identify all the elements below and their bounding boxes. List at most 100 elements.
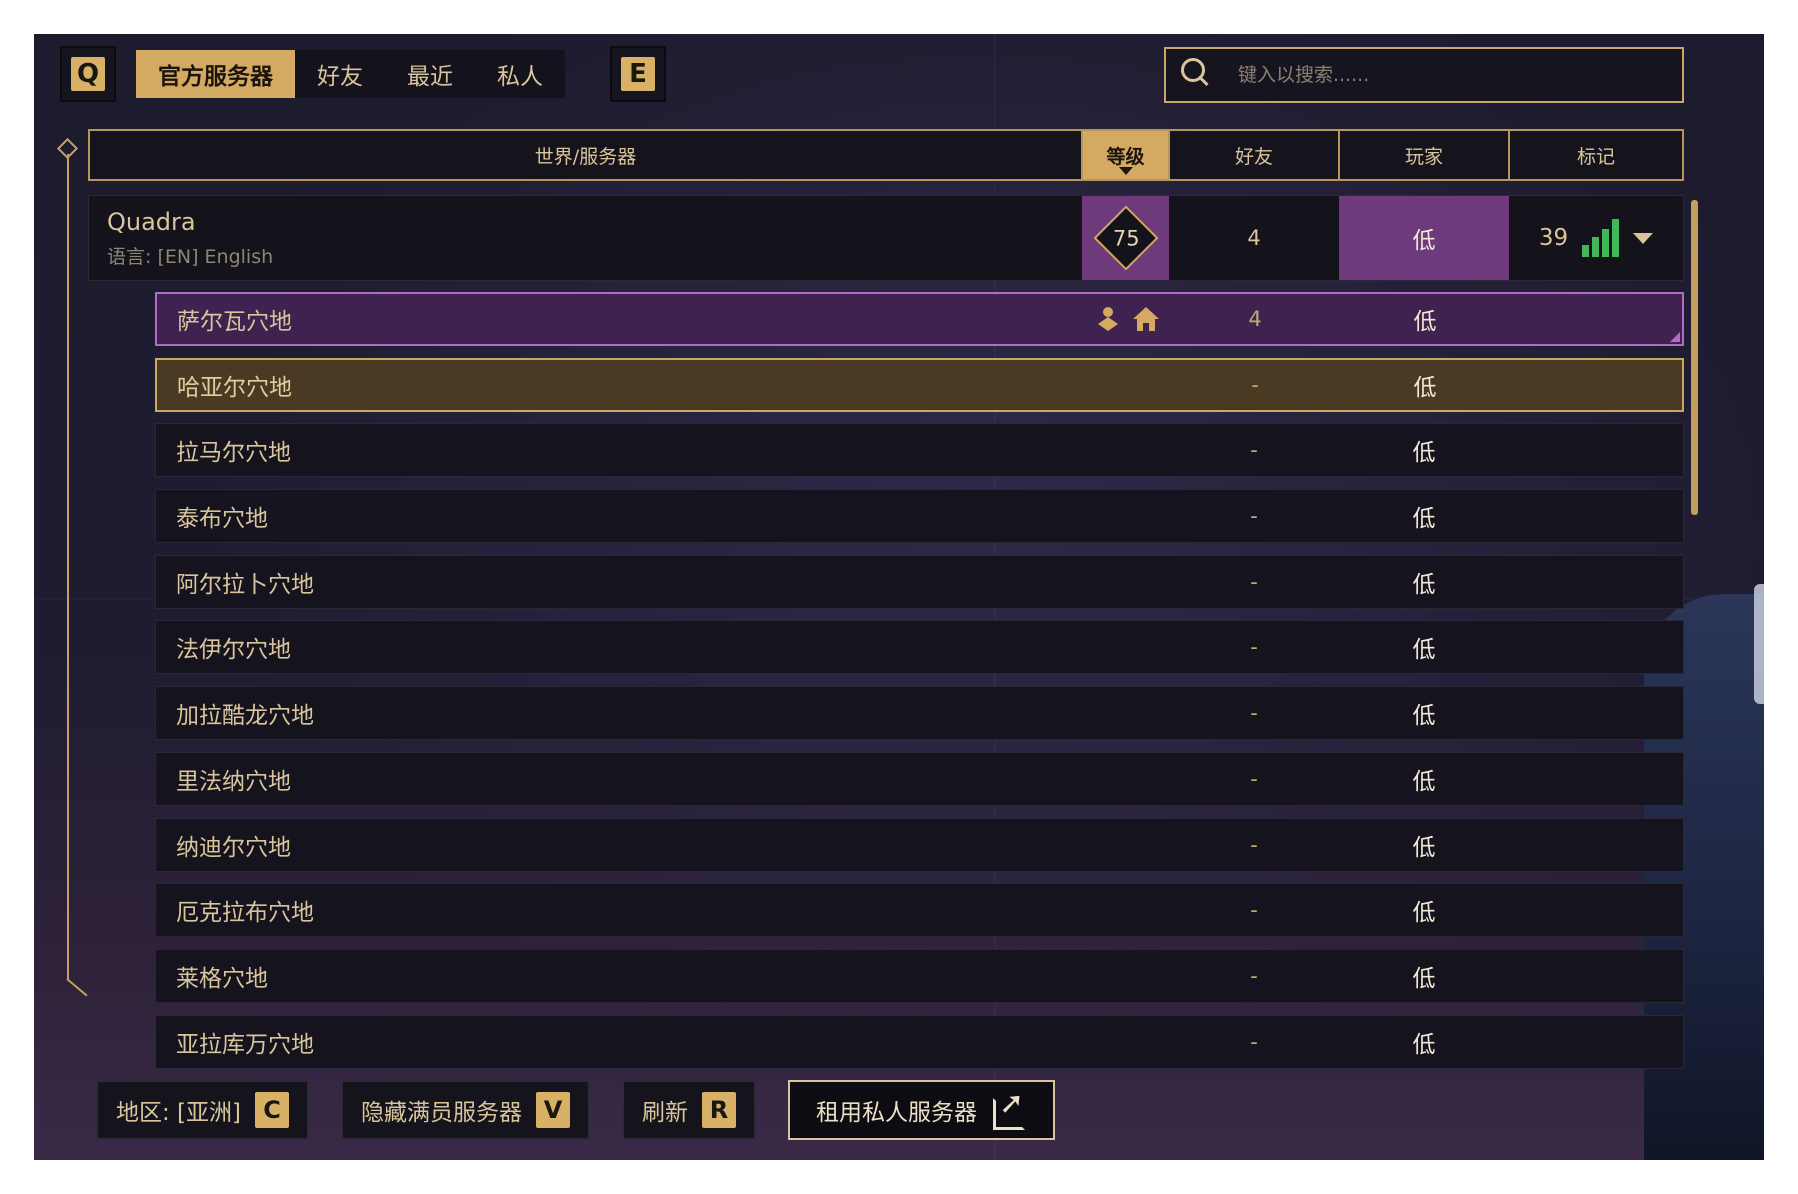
hide-full-button[interactable]: 隐藏满员服务器 V [341, 1080, 591, 1140]
server-players: 低 [1413, 374, 1437, 401]
refresh-button[interactable]: 刷新 R [622, 1080, 757, 1140]
server-players: 低 [1412, 571, 1436, 598]
server-friends: - [1250, 832, 1258, 857]
server-friends: - [1251, 372, 1259, 397]
server-friends: - [1250, 1029, 1258, 1054]
world-name-cell: Quadra 语言: [EN] English [89, 196, 1082, 280]
server-friends: - [1250, 438, 1258, 463]
tab-official[interactable]: 官方服务器 [136, 50, 295, 98]
tab-private[interactable]: 私人 [475, 50, 565, 98]
server-players: 低 [1412, 506, 1436, 533]
tab-recent[interactable]: 最近 [385, 50, 475, 98]
home-icon [1132, 307, 1159, 331]
server-row[interactable]: 萨尔瓦穴地 4 低 [155, 292, 1684, 346]
column-friends[interactable]: 好友 [1170, 131, 1340, 179]
server-players: 低 [1412, 440, 1436, 467]
prev-tab-key-label: Q [71, 57, 105, 91]
server-players: 低 [1412, 900, 1436, 927]
server-name: 法伊尔穴地 [176, 637, 291, 664]
table-header: 世界/服务器 等级 好友 玩家 标记 [88, 129, 1684, 181]
column-name[interactable]: 世界/服务器 [90, 131, 1083, 179]
server-row[interactable]: 法伊尔穴地 - 低 [155, 620, 1684, 675]
server-name: 萨尔瓦穴地 [177, 309, 292, 335]
column-mark[interactable]: 标记 [1510, 131, 1682, 179]
server-browser-window: Q 官方服务器 好友 最近 私人 E 世界/服务器 等级 好友 玩家 标记 Qu… [34, 34, 1764, 1160]
tree-rail-end [66, 978, 88, 997]
hide-full-label: 隐藏满员服务器 [361, 1100, 523, 1126]
prev-tab-key[interactable]: Q [60, 46, 116, 102]
server-row[interactable]: 哈亚尔穴地 - 低 [155, 357, 1684, 412]
server-name: 厄克拉布穴地 [176, 900, 314, 927]
world-name: Quadra [107, 207, 196, 236]
server-name: 亚拉库万穴地 [176, 1031, 314, 1058]
server-friends: - [1250, 569, 1258, 594]
server-icons [1083, 304, 1170, 334]
server-name: 纳迪尔穴地 [176, 834, 291, 861]
region-button[interactable]: 地区: [亚洲] C [96, 1080, 310, 1140]
server-players: 低 [1412, 768, 1436, 795]
scrollbar[interactable] [1691, 200, 1698, 515]
server-players: 低 [1412, 703, 1436, 730]
server-row[interactable]: 拉马尔穴地 - 低 [155, 423, 1684, 478]
server-row[interactable]: 加拉酷龙穴地 - 低 [155, 686, 1684, 741]
server-row[interactable]: 纳迪尔穴地 - 低 [155, 817, 1684, 872]
search-box [1164, 47, 1684, 103]
hide-full-key: V [536, 1092, 571, 1128]
server-friends: - [1250, 701, 1258, 726]
level-diamond-icon: 75 [1092, 205, 1159, 271]
column-players[interactable]: 玩家 [1340, 131, 1510, 179]
server-friends: - [1250, 963, 1258, 988]
server-players: 低 [1412, 965, 1436, 992]
server-friends: - [1250, 766, 1258, 791]
server-name: 莱格穴地 [176, 965, 268, 992]
world-row[interactable]: Quadra 语言: [EN] English 75 4 低 39 [88, 195, 1684, 281]
chevron-down-icon[interactable] [1633, 232, 1654, 244]
server-friends: - [1250, 504, 1258, 529]
server-friends: - [1250, 635, 1258, 660]
signal-bars-icon [1582, 219, 1620, 257]
world-mark-cell: 39 [1509, 196, 1683, 280]
refresh-label: 刷新 [642, 1100, 689, 1126]
search-icon [1176, 55, 1216, 95]
next-tab-key-label: E [621, 57, 655, 91]
server-players: 低 [1413, 309, 1437, 335]
server-row[interactable]: 厄克拉布穴地 - 低 [155, 883, 1684, 938]
rent-server-label: 租用私人服务器 [816, 1100, 978, 1126]
server-name: 阿尔拉卜穴地 [176, 571, 314, 598]
external-link-icon [991, 1086, 1027, 1130]
world-language: 语言: [EN] English [107, 245, 274, 268]
rent-server-button[interactable]: 租用私人服务器 [788, 1080, 1056, 1140]
next-tab-key[interactable]: E [610, 46, 666, 102]
friends-icon [1097, 307, 1118, 331]
server-row[interactable]: 阿尔拉卜穴地 - 低 [155, 554, 1684, 609]
tree-rail [67, 154, 69, 979]
server-tabs: 官方服务器 好友 最近 私人 [136, 50, 565, 98]
server-name: 里法纳穴地 [176, 768, 291, 795]
column-level[interactable]: 等级 [1083, 131, 1170, 179]
world-level-cell: 75 [1082, 196, 1169, 280]
world-ping: 39 [1538, 225, 1569, 251]
footer-actions: 地区: [亚洲] C 隐藏满员服务器 V 刷新 R 租用私人服务器 [96, 1080, 1056, 1140]
server-name: 拉马尔穴地 [176, 440, 291, 467]
tab-friends[interactable]: 好友 [295, 50, 385, 98]
server-friends: 4 [1248, 307, 1262, 331]
server-players: 低 [1412, 834, 1436, 861]
refresh-key: R [702, 1092, 737, 1128]
server-row[interactable]: 亚拉库万穴地 - 低 [155, 1014, 1684, 1069]
server-row[interactable]: 泰布穴地 - 低 [155, 489, 1684, 544]
server-friends: - [1250, 898, 1258, 923]
server-name: 哈亚尔穴地 [177, 374, 292, 401]
search-input[interactable] [1238, 49, 1682, 101]
world-friends: 4 [1247, 226, 1261, 250]
region-label: 地区: [亚洲] [116, 1100, 242, 1126]
world-players: 低 [1339, 196, 1509, 280]
server-name: 泰布穴地 [176, 506, 268, 533]
server-name: 加拉酷龙穴地 [176, 703, 314, 730]
server-players: 低 [1412, 1031, 1436, 1058]
server-list: 萨尔瓦穴地 4 低哈亚尔穴地 - 低拉马尔穴地 - 低泰布穴地 - 低阿尔拉卜穴地 - 低法伊尔穴地… [155, 292, 1684, 1080]
server-players: 低 [1412, 637, 1436, 664]
server-row[interactable]: 莱格穴地 - 低 [155, 948, 1684, 1003]
server-row[interactable]: 里法纳穴地 - 低 [155, 751, 1684, 806]
region-key: C [255, 1092, 290, 1128]
world-level: 75 [1112, 225, 1139, 250]
